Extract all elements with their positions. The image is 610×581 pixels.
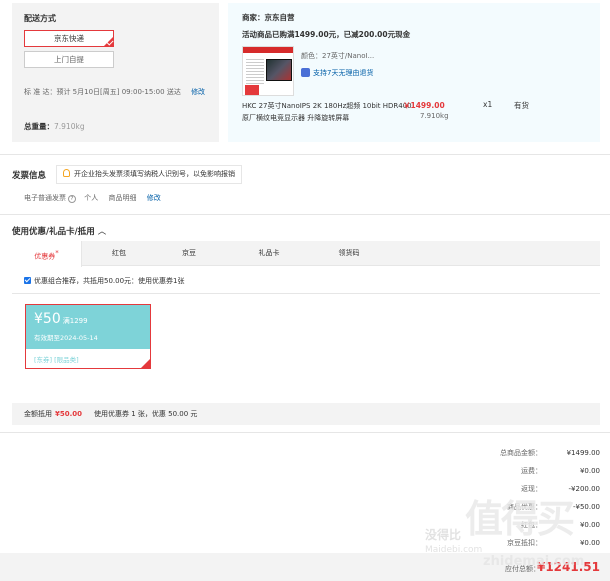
watermark-logo: 值得买 没得比 Maidebi.com zhidemai.com — [425, 497, 585, 569]
divider — [0, 214, 610, 215]
selected-check-icon — [104, 37, 113, 46]
shipping-title: 配送方式 — [24, 14, 56, 23]
invoice-subject: 个人 — [84, 194, 99, 202]
coupon-summary: 金额抵用 ¥50.00 使用优惠券 1 张，优惠 50.00 元 — [12, 403, 600, 425]
delivery-date-modify-link[interactable]: 修改 — [191, 88, 205, 96]
shipping-option-label: 京东快递 — [54, 34, 84, 43]
shipping-option-jd-express[interactable]: 京东快递 — [24, 30, 114, 47]
total-weight: 总重量：7.910kg — [24, 122, 85, 131]
shipping-option-pickup[interactable]: 上门自提 — [24, 51, 114, 68]
divider — [0, 432, 610, 433]
coupons-title[interactable]: 使用优惠/礼品卡/抵用 ︿ — [12, 225, 106, 237]
coupon-summary-amount: ¥50.00 — [55, 410, 83, 418]
lightbulb-icon — [63, 169, 70, 177]
merchant-panel: 商家：京东自营 活动商品已购满1499.00元，已减200.00元现金 颜色：2… — [228, 3, 600, 142]
tab-redeem-code[interactable]: 领货码 — [314, 241, 384, 266]
delivery-date: 标 准 达：预计 5月10日[周五] 09:00-15:00 送达 修改 — [24, 88, 206, 96]
coupon-combo-recommend[interactable]: 优惠组合推荐，共抵用50.00元：使用优惠券1张 — [24, 276, 185, 286]
total-row: 运费： ¥0.00 — [521, 467, 600, 475]
shipping-method-panel: 配送方式 京东快递 上门自提 标 准 达：预计 5月10日[周五] 09:00-… — [12, 3, 219, 142]
product-stock: 有货 — [514, 101, 529, 110]
invoice-details: 电子普通发票? 个人 商品明细 修改 — [24, 193, 169, 203]
shipping-option-label: 上门自提 — [54, 55, 84, 64]
coupon-expiry: 有效期至2024-05-14 — [34, 334, 98, 342]
promo-text: 活动商品已购满1499.00元，已减200.00元现金 — [242, 30, 411, 39]
invoice-modify-link[interactable]: 修改 — [147, 194, 161, 202]
coupon-tags: [东券] [限品类] — [34, 356, 79, 364]
invoice-tip: 开企业抬头发票须填写纳税人识别号，以免影响报销 — [56, 165, 242, 184]
merchant-name: 商家：京东自营 — [242, 13, 295, 22]
coupon-card[interactable]: ¥50 满1299 有效期至2024-05-14 [东券] [限品类] — [25, 304, 151, 369]
total-row: 总商品金额： ¥1499.00 — [500, 449, 600, 457]
product-qty: x1 — [483, 100, 493, 109]
coupon-amount: ¥50 满1299 — [34, 311, 88, 327]
return-policy-icon — [301, 68, 310, 77]
tab-giftcard[interactable]: 礼品卡 — [224, 241, 314, 266]
invoice-type: 电子普通发票 — [24, 194, 66, 202]
info-icon[interactable]: ? — [68, 195, 76, 203]
divider — [0, 154, 610, 155]
shipping-section: 配送方式 京东快递 上门自提 标 准 达：预计 5月10日[周五] 09:00-… — [12, 3, 600, 142]
tab-jingdou[interactable]: 京豆 — [154, 241, 224, 266]
coupon-tabs: 优惠券* 红包 京豆 礼品卡 领货码 — [12, 241, 600, 267]
coupon-condition: 满1299 — [62, 317, 88, 325]
product-image[interactable] — [242, 46, 294, 96]
product-weight: 7.910kg — [420, 112, 449, 120]
invoice-content: 商品明细 — [108, 194, 137, 202]
return-policy: 支持7天无理由退货 — [301, 68, 373, 78]
invoice-title: 发票信息 — [12, 171, 47, 181]
chevron-up-icon: ︿ — [97, 227, 107, 237]
monitor-icon — [266, 59, 292, 81]
tab-hongbao[interactable]: 红包 — [84, 241, 154, 266]
product-color: 颜色：27英寸/NanoI... — [301, 52, 375, 60]
tab-coupons[interactable]: 优惠券* — [12, 241, 82, 267]
product-price: ￥1499.00 — [403, 101, 445, 110]
checkbox-icon[interactable] — [24, 277, 31, 284]
selected-check-icon — [141, 359, 150, 368]
product-name[interactable]: HKC 27英寸NanoIPS 2K 180Hz超频 10bit HDR400 … — [242, 100, 412, 124]
coupon-list: ¥50 满1299 有效期至2024-05-14 [东券] [限品类] — [12, 293, 600, 403]
